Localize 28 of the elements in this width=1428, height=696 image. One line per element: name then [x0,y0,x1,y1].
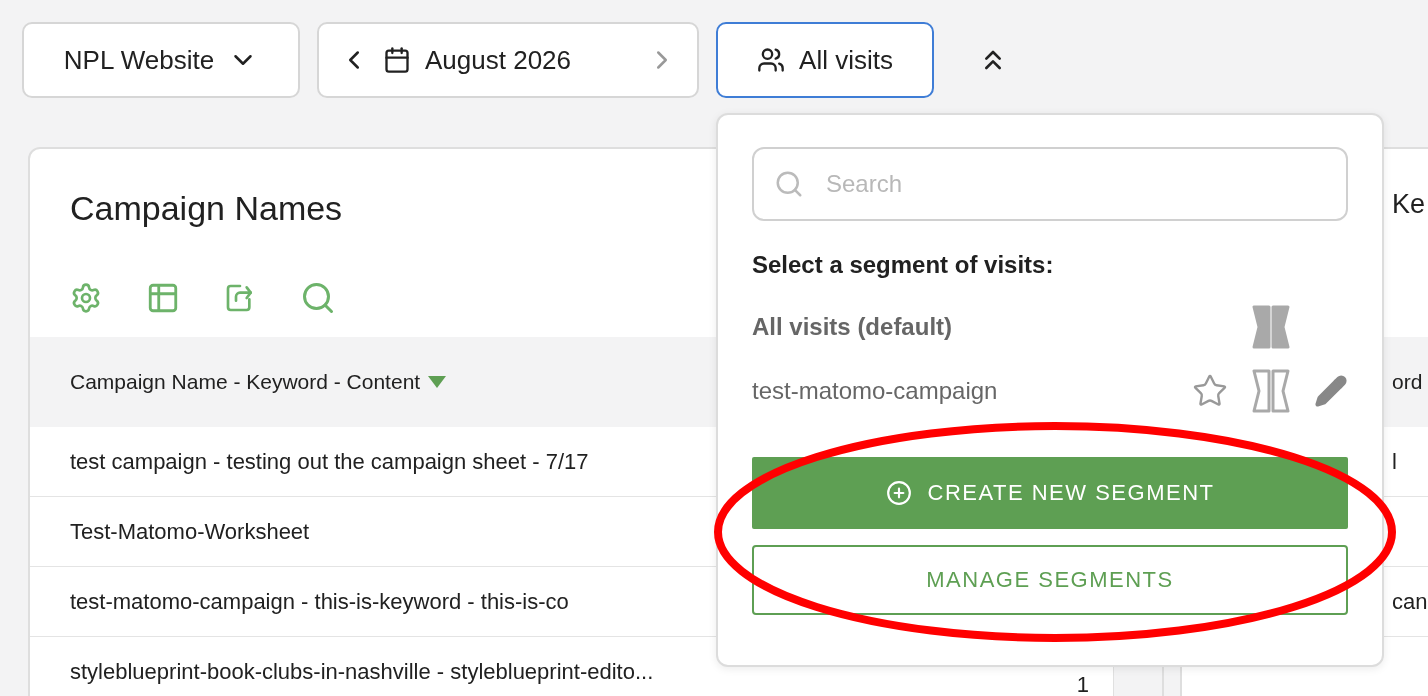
table-cell: Test-Matomo-Worksheet [70,518,310,544]
column-header-label: ord [1392,370,1423,394]
compare-icon[interactable] [1252,369,1290,413]
table-cell: can [1392,588,1428,614]
search-icon [774,169,804,199]
table-icon[interactable] [146,281,180,315]
edit-icon[interactable] [1314,374,1348,408]
table-cell: l [1392,448,1397,474]
segment-heading: Select a segment of visits: [752,251,1055,280]
table-cell: 1 [1076,672,1089,696]
column-header-label: Campaign Name - Keyword - Content [70,370,421,394]
search-field[interactable]: Search [752,147,1348,221]
compare-filled-icon[interactable] [1252,305,1290,349]
site-selector[interactable]: NPL Website [22,22,300,98]
card-title: Ke [1392,189,1426,220]
search-icon[interactable] [300,280,336,316]
users-icon [757,46,786,74]
table-cell: styleblueprint-book-clubs-in-nashville - styleblueprint-edito... [70,658,654,684]
settings-icon[interactable] [70,282,102,314]
table-cell: test campaign - testing out the campaign sheet - 7/17 [70,448,589,474]
plus-circle-icon [885,480,912,506]
period-label: August 2026 [425,44,572,76]
star-icon[interactable] [1192,373,1228,409]
card-title: Campaign Names [70,189,343,228]
table-cell: test-matomo-campaign - this-is-keyword - this-is-co [70,588,569,614]
segment-selector[interactable]: All visits [716,22,934,98]
period-selector[interactable]: August 2026 [317,22,699,98]
calendar-icon [383,46,411,74]
